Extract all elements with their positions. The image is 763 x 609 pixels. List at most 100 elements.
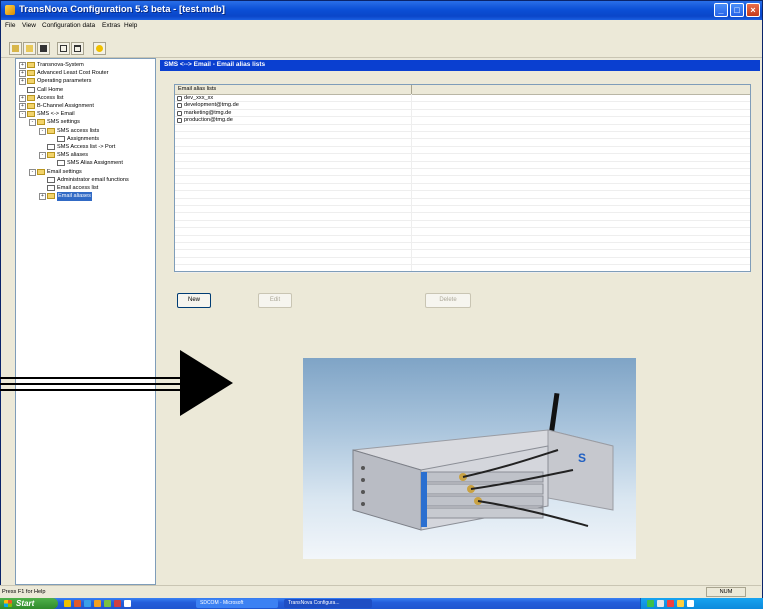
title-bar[interactable]: TransNova Configuration 5.3 beta - [test… — [1, 1, 762, 20]
pointer-arrow-icon — [180, 350, 233, 416]
column-header-alias[interactable]: Email alias lists — [178, 86, 216, 92]
document-icon — [47, 144, 55, 150]
collapse-icon[interactable]: - — [19, 111, 26, 119]
alias-icon — [177, 118, 182, 124]
folder-icon — [47, 127, 55, 134]
quick-launch-icon[interactable] — [84, 600, 91, 607]
row-gridline — [175, 256, 750, 258]
list-item-label: production@tmg.de — [184, 117, 233, 124]
window-title: TransNova Configuration 5.3 beta - [test… — [19, 4, 225, 15]
alias-icon — [177, 110, 182, 116]
menu-view[interactable]: View — [22, 22, 36, 29]
column-separator[interactable] — [411, 85, 412, 94]
row-gridline — [175, 131, 750, 132]
document-icon — [57, 135, 65, 142]
system-tray — [640, 598, 763, 609]
row-gridline — [175, 145, 750, 147]
expand-icon[interactable]: + — [19, 94, 26, 102]
folder-icon — [27, 111, 35, 118]
row-gridline — [175, 160, 750, 162]
document-icon — [57, 160, 65, 167]
delete-button[interactable]: Delete — [425, 293, 471, 308]
new-button[interactable]: New — [177, 293, 211, 308]
arrow-shaft-line — [0, 383, 185, 385]
menu-file[interactable]: File — [5, 22, 15, 29]
window-button[interactable] — [71, 42, 84, 55]
expand-icon[interactable]: + — [19, 103, 26, 110]
collapse-icon[interactable]: - — [29, 119, 36, 127]
tray-icon[interactable] — [677, 600, 684, 607]
taskbar-item-transnova[interactable]: TransNova Configura... — [284, 599, 372, 608]
alias-icon — [177, 96, 182, 101]
collapse-icon[interactable]: - — [39, 127, 46, 135]
quick-launch-icon[interactable] — [94, 600, 101, 607]
document-icon — [47, 185, 55, 191]
row-gridline — [175, 234, 750, 236]
folder-icon — [47, 193, 55, 200]
folder-icon — [27, 62, 35, 68]
maximize-icon: □ — [734, 5, 740, 15]
menu-bar: File View Configuration data Extras Help — [1, 20, 762, 32]
minimize-button[interactable]: _ — [714, 3, 728, 17]
row-gridline — [175, 138, 750, 140]
collapse-icon[interactable]: - — [39, 152, 46, 160]
help-button[interactable] — [93, 42, 106, 55]
save-button[interactable] — [37, 42, 50, 55]
list-item-label: dev_xxx_xx — [184, 95, 214, 101]
maximize-button[interactable]: □ — [730, 3, 744, 17]
tray-icon[interactable] — [647, 600, 654, 607]
alias-list[interactable]: Email alias lists dev_xxx_xx development@… — [174, 84, 751, 273]
row-gridline — [175, 219, 750, 221]
folder-icon — [27, 78, 35, 85]
status-text: Press F1 for Help — [2, 589, 46, 595]
panel-title: SMS <--> Email - Email alias lists — [164, 61, 266, 68]
navigation-tree[interactable]: + Transnova-System + Advanced Least Cost Ro… — [15, 58, 156, 585]
taskbar-item-sdcom[interactable]: SDCOM - Microsoft — [196, 599, 278, 608]
tray-icon[interactable] — [667, 600, 674, 607]
collapse-icon[interactable]: - — [29, 168, 36, 176]
row-gridline — [175, 108, 750, 110]
row-gridline — [175, 101, 750, 103]
edit-button[interactable]: Edit — [258, 293, 292, 308]
menu-help[interactable]: Help — [124, 22, 137, 29]
start-button[interactable]: Start — [0, 598, 58, 609]
arrow-shaft-line — [0, 377, 185, 379]
row-gridline — [175, 182, 750, 184]
row-gridline — [175, 242, 750, 243]
arrow-shaft-line — [0, 389, 185, 391]
save-icon — [40, 45, 47, 52]
split-view-button[interactable] — [57, 42, 70, 55]
row-gridline — [175, 168, 750, 169]
quick-launch-icon[interactable] — [74, 600, 81, 607]
list-header[interactable]: Email alias lists — [175, 85, 750, 95]
folder-icon — [37, 119, 45, 126]
quick-launch-icon[interactable] — [64, 600, 71, 607]
tray-icon[interactable] — [657, 600, 664, 607]
open-icon — [12, 45, 19, 52]
open-button[interactable] — [9, 42, 22, 55]
expand-icon[interactable]: + — [19, 78, 26, 86]
windows-logo-icon — [4, 600, 12, 607]
menu-configuration-data[interactable]: Configuration data — [42, 22, 95, 29]
list-item-label: development@tmg.de — [184, 102, 239, 109]
quick-launch-icon[interactable] — [104, 600, 111, 607]
expand-icon[interactable]: + — [19, 62, 26, 69]
toolbar — [1, 32, 762, 58]
quick-launch-icon[interactable] — [124, 600, 131, 607]
app-icon — [5, 5, 15, 15]
folder-icon — [27, 94, 35, 101]
tray-icon[interactable] — [687, 600, 694, 607]
folder-icon — [37, 168, 45, 175]
open-folder-button[interactable] — [23, 42, 36, 55]
expand-icon[interactable]: + — [19, 70, 26, 78]
row-gridline — [175, 249, 750, 251]
close-button[interactable]: × — [746, 3, 760, 17]
expand-icon[interactable]: + — [39, 193, 46, 201]
close-icon: × — [750, 5, 756, 15]
quick-launch-icon[interactable] — [114, 600, 121, 607]
row-gridline — [175, 212, 750, 214]
start-label: Start — [16, 599, 35, 608]
menu-extras[interactable]: Extras — [102, 22, 120, 29]
row-gridline — [175, 175, 750, 177]
svg-text:S: S — [578, 451, 586, 465]
